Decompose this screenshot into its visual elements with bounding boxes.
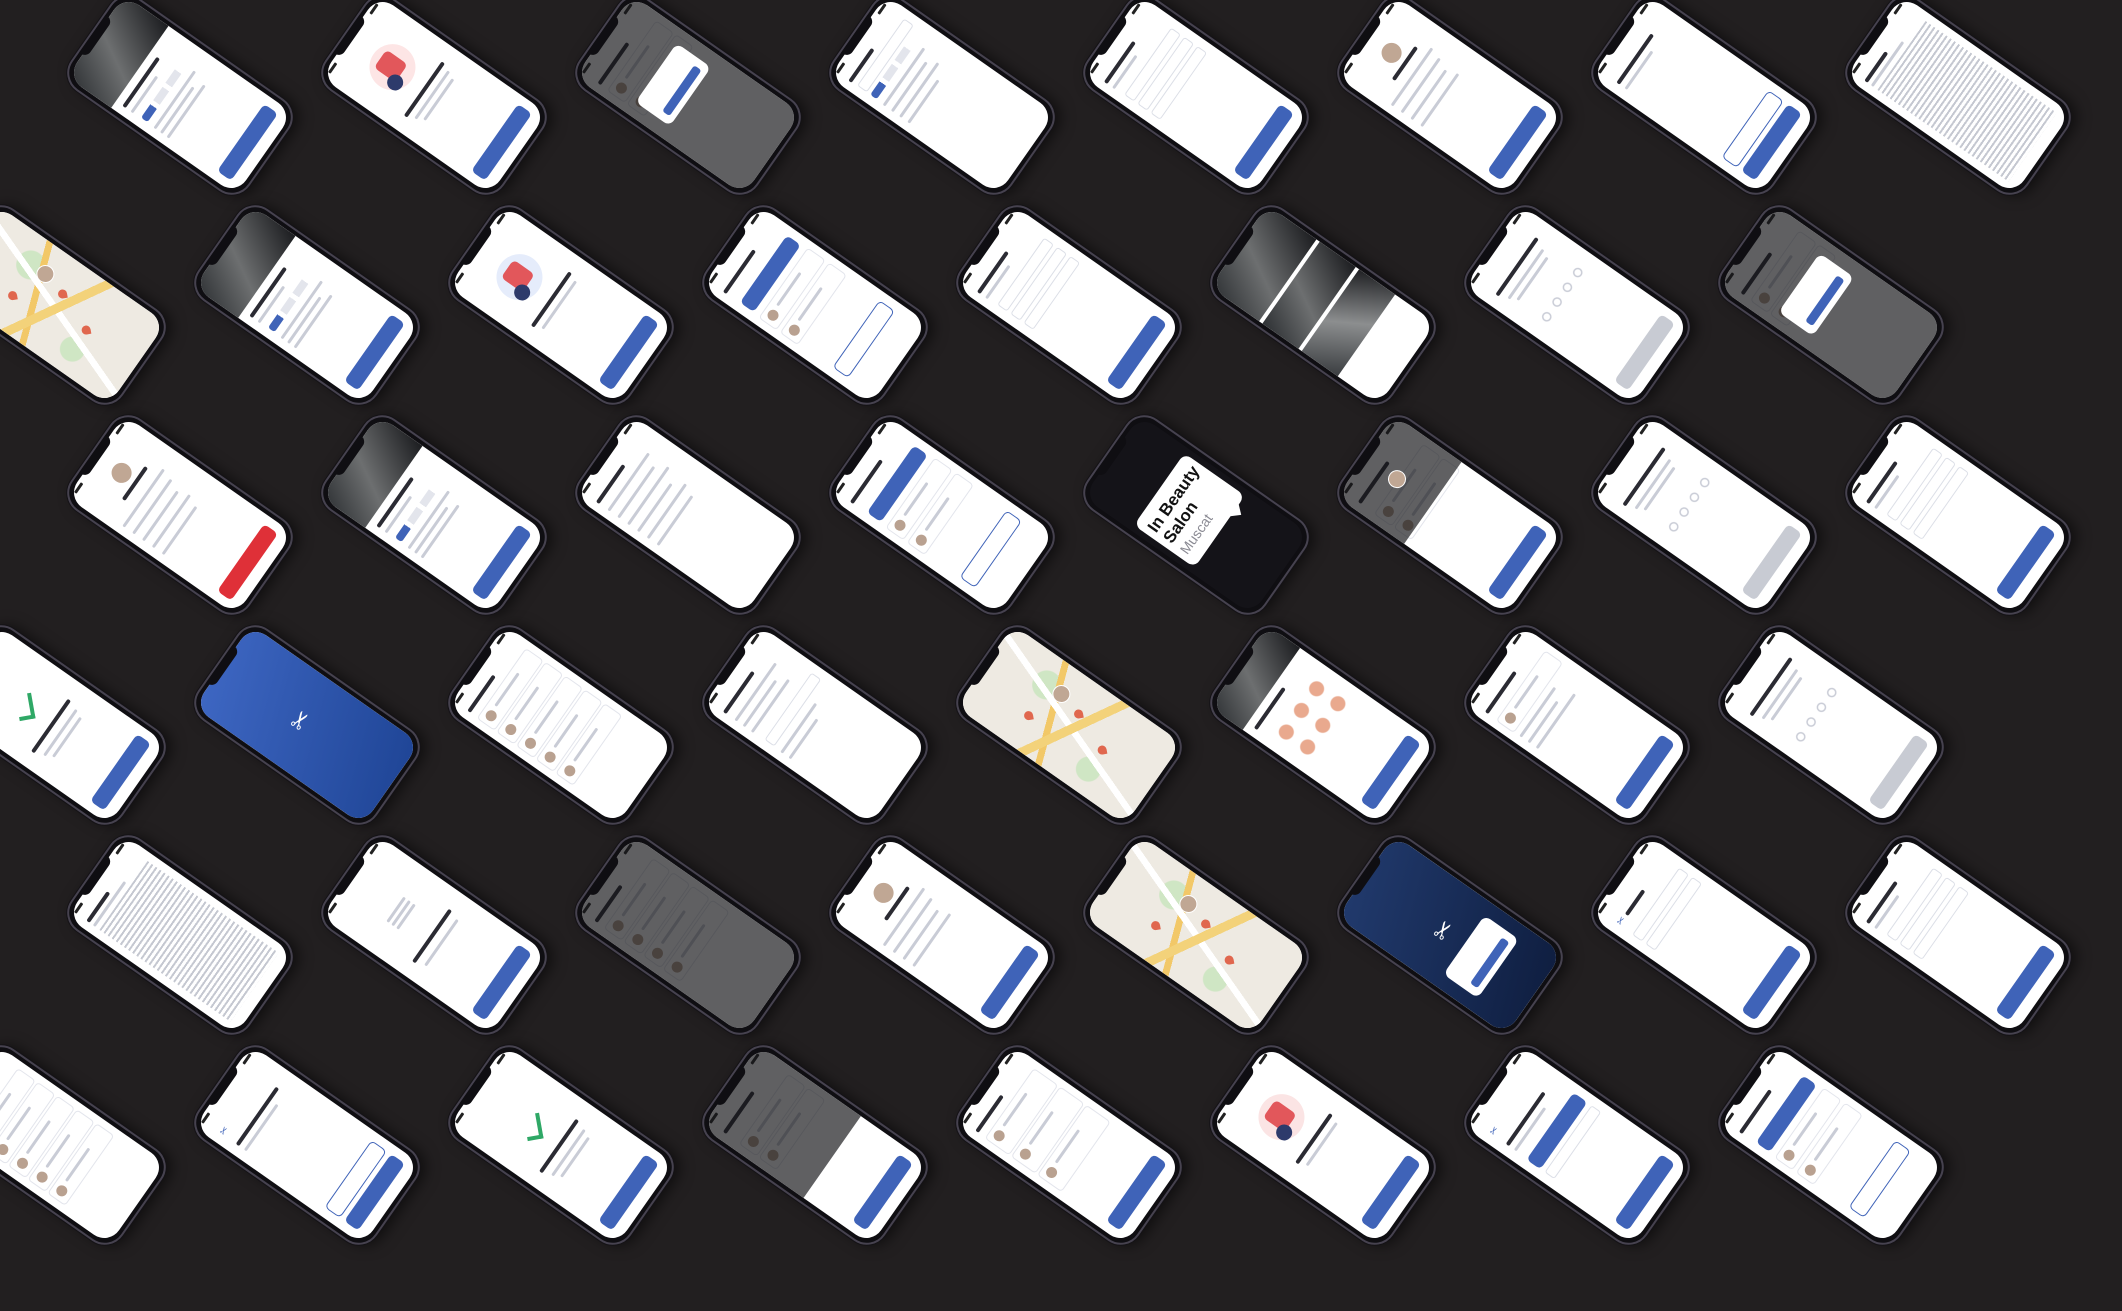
phone-mockup-reviews xyxy=(947,1036,1191,1254)
phone-mockup-booking-summary xyxy=(1455,616,1699,834)
phone-mockup-map xyxy=(1074,826,1318,1044)
speech-bubble: In Beauty Salon Muscat xyxy=(1133,453,1245,568)
phone-mockup-terms-text xyxy=(1836,0,2080,204)
phone-mockup-welcome: ✂ xyxy=(185,1036,429,1254)
mockup-collage: In Beauty Salon Muscat ✂ ✂ ✂ ✂ ✂ xyxy=(0,0,2122,1311)
phone-mockup-splash: ✂ xyxy=(185,616,429,834)
phone-mockup-gallery xyxy=(1201,196,1445,414)
phone-mockup-dark-splash-modal: ✂ xyxy=(1328,826,1572,1044)
phone-screen xyxy=(0,624,167,826)
phone-mockup-logo-form: ✂ xyxy=(1582,826,1826,1044)
phone-screen xyxy=(0,204,167,406)
phone-mockup-profile xyxy=(820,826,1064,1044)
phone-mockup-form xyxy=(1836,826,2080,1044)
phone-mockup-form xyxy=(1836,406,2080,624)
phone-mockup-salon-detail xyxy=(58,0,302,204)
phone-mockup-congratulations-list xyxy=(312,826,556,1044)
phone-mockup-terms-text xyxy=(58,826,302,1044)
phone-mockup-dark-payment xyxy=(693,1036,937,1254)
phone-mockup-profile-logout xyxy=(58,406,302,624)
phone-mockup-dark-stylists xyxy=(566,826,810,1044)
phone-mockup-dark-profile xyxy=(1328,406,1572,624)
phone-mockup-salon-detail xyxy=(312,406,556,624)
phone-screen xyxy=(0,1044,167,1246)
phone-mockup-map xyxy=(947,616,1191,834)
phone-mockup-personal-language: ✂ xyxy=(1455,1036,1699,1254)
phone-mockup-otp xyxy=(1455,196,1699,414)
phone-mockup-dark-modal xyxy=(566,0,810,204)
phone-mockup-congratulations xyxy=(0,616,175,834)
phone-mockup-onboarding-offer xyxy=(1201,1036,1445,1254)
phone-mockup-settings xyxy=(693,616,937,834)
phone-mockup-form xyxy=(947,196,1191,414)
phone-mockup-profile xyxy=(1328,0,1572,204)
phone-mockup-booking-options xyxy=(820,406,1064,624)
phone-mockup-booking-options xyxy=(693,196,937,414)
phone-mockup-onboarding-discover xyxy=(439,196,683,414)
phone-mockup-promo: In Beauty Salon Muscat xyxy=(1074,406,1318,624)
phone-mockup-dark-modal xyxy=(1709,196,1953,414)
phone-mockup-search-filters xyxy=(820,0,1064,204)
phone-mockup-onboarding-price xyxy=(312,0,556,204)
phone-mockup-form xyxy=(1074,0,1318,204)
phone-mockup-otp xyxy=(1582,406,1826,624)
phone-mockup-map xyxy=(0,196,175,414)
promo-title: In Beauty Salon xyxy=(1143,462,1204,547)
phone-mockup-stylists xyxy=(439,616,683,834)
phone-mockup-list xyxy=(566,406,810,624)
phone-mockup-services-grid xyxy=(1201,616,1445,834)
phone-mockup-salon-detail xyxy=(185,196,429,414)
phone-mockup-stylists xyxy=(0,1036,175,1254)
phone-mockup-choose-service xyxy=(1582,0,1826,204)
phone-mockup-congratulations xyxy=(439,1036,683,1254)
phone-mockup-booking-options xyxy=(1709,1036,1953,1254)
phone-mockup-otp xyxy=(1709,616,1953,834)
